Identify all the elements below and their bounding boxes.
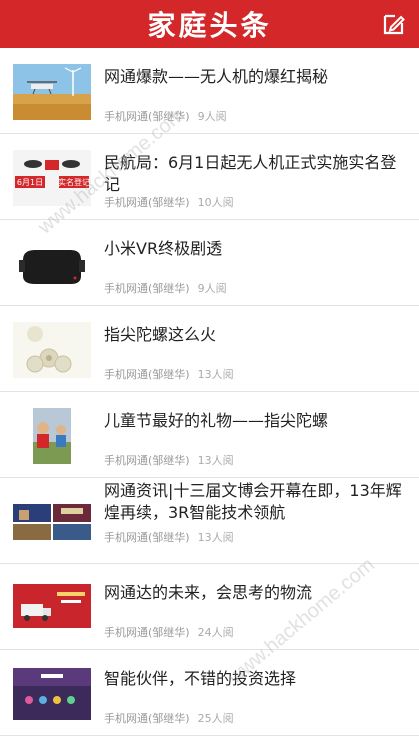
news-source: 手机网通(邹继华) xyxy=(104,454,190,467)
news-title[interactable]: 民航局：6月1日起无人机正式实施实名登记 xyxy=(104,152,409,196)
news-meta: 手机网通(邹继华) 9人阅 xyxy=(104,280,227,296)
news-title[interactable]: 智能伙伴，不错的投资选择 xyxy=(104,668,409,690)
news-meta: 手机网通(邹继华) 9人阅 xyxy=(104,108,227,124)
read-count: 10人阅 xyxy=(197,196,234,209)
read-count: 13人阅 xyxy=(197,531,234,544)
edit-button[interactable] xyxy=(381,11,407,37)
news-source: 手机网通(邹继华) xyxy=(104,282,190,295)
app-header: 家庭头条 xyxy=(0,0,419,48)
read-count: 13人阅 xyxy=(197,368,234,381)
news-title[interactable]: 儿童节最好的礼物——指尖陀螺 xyxy=(104,410,409,432)
news-meta: 手机网通(邹继华) 13人阅 xyxy=(104,366,234,382)
vr-headset-image xyxy=(13,236,91,292)
news-source: 手机网通(邹继华) xyxy=(104,368,190,381)
news-item[interactable]: 智能伙伴，不错的投资选择 手机网通(邹继华) 25人阅 xyxy=(0,650,419,736)
news-item[interactable]: 网通爆款——无人机的爆红揭秘 手机网通(邹继华) 9人阅 xyxy=(0,48,419,134)
news-item[interactable]: 网通资讯|十三届文博会开幕在即，13年辉煌再续，3R智能技术领航 手机网通(邹继… xyxy=(0,478,419,564)
news-source: 手机网通(邹继华) xyxy=(104,196,190,209)
drone-field-image xyxy=(13,64,91,120)
read-count: 9人阅 xyxy=(197,282,227,295)
news-item[interactable]: 网通达的未来，会思考的物流 手机网通(邹继华) 24人阅 xyxy=(0,564,419,650)
fidget-spinner-image xyxy=(13,322,91,378)
news-meta: 手机网通(邹继华) 10人阅 xyxy=(104,194,234,210)
smart-screen-image xyxy=(13,666,91,722)
expo-collage-image xyxy=(13,494,91,550)
news-meta: 手机网通(邹继华) 24人阅 xyxy=(104,624,234,640)
news-meta: 手机网通(邹继华) 13人阅 xyxy=(104,452,234,468)
news-title[interactable]: 指尖陀螺这么火 xyxy=(104,324,409,346)
news-item[interactable]: 指尖陀螺这么火 手机网通(邹继华) 13人阅 xyxy=(0,306,419,392)
news-item[interactable]: 6月1日 实名登记 民航局：6月1日起无人机正式实施实名登记 手机网通(邹继华)… xyxy=(0,134,419,220)
thumb-caption-right: 实名登记 xyxy=(58,177,90,187)
news-source: 手机网通(邹继华) xyxy=(104,712,190,725)
thumb-caption-left: 6月1日 xyxy=(17,178,43,187)
read-count: 25人阅 xyxy=(197,712,234,725)
news-meta: 手机网通(邹继华) 13人阅 xyxy=(104,529,234,545)
news-title[interactable]: 小米VR终极剧透 xyxy=(104,238,409,260)
drone-registration-image: 6月1日 实名登记 xyxy=(13,150,91,206)
news-source: 手机网通(邹继华) xyxy=(104,626,190,639)
app-title: 家庭头条 xyxy=(147,9,272,42)
read-count: 24人阅 xyxy=(197,626,234,639)
news-item[interactable]: 儿童节最好的礼物——指尖陀螺 手机网通(邹继华) 13人阅 xyxy=(0,392,419,478)
edit-icon xyxy=(383,14,405,35)
news-source: 手机网通(邹继华) xyxy=(104,110,190,123)
news-source: 手机网通(邹继华) xyxy=(104,531,190,544)
news-title[interactable]: 网通达的未来，会思考的物流 xyxy=(104,582,409,604)
read-count: 13人阅 xyxy=(197,454,234,467)
read-count: 9人阅 xyxy=(197,110,227,123)
children-gift-image xyxy=(13,408,91,464)
news-item[interactable]: 小米VR终极剧透 手机网通(邹继华) 9人阅 xyxy=(0,220,419,306)
news-meta: 手机网通(邹继华) 25人阅 xyxy=(104,710,234,726)
news-list: 网通爆款——无人机的爆红揭秘 手机网通(邹继华) 9人阅 6月1日 实名登记 民航… xyxy=(0,48,419,736)
logistics-banner-image xyxy=(13,580,91,636)
news-title[interactable]: 网通爆款——无人机的爆红揭秘 xyxy=(104,66,409,88)
news-title[interactable]: 网通资讯|十三届文博会开幕在即，13年辉煌再续，3R智能技术领航 xyxy=(104,480,409,524)
